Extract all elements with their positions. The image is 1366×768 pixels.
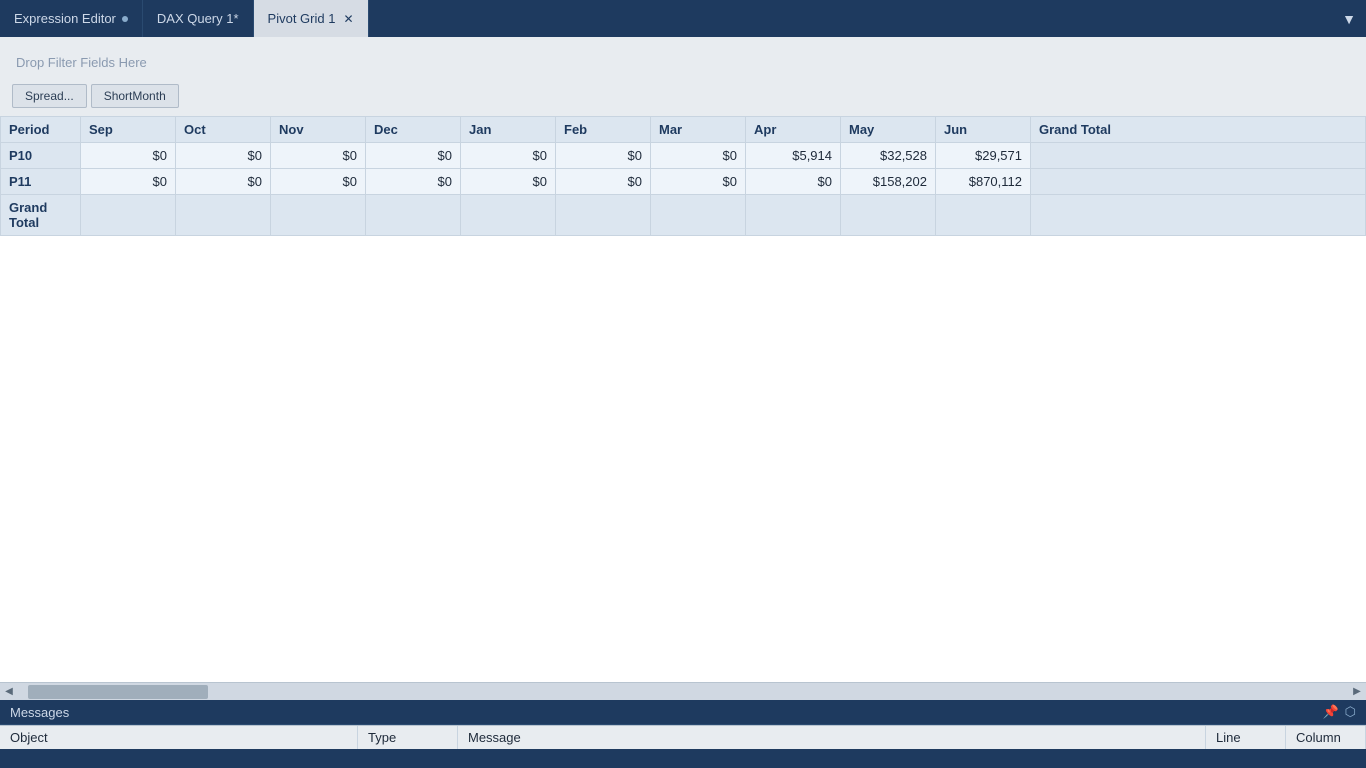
header-nov: Nov [271, 117, 366, 143]
cell-p10-jun: $29,571 [936, 143, 1031, 169]
messages-header: Messages 📌 ⬡ [0, 700, 1366, 725]
cell-p11-may: $158,202 [841, 169, 936, 195]
cell-gt-jun [936, 195, 1031, 236]
pivot-area: Period Sep Oct Nov Dec Jan Feb Mar Apr M… [0, 116, 1366, 682]
cell-gt-grand-total [1031, 195, 1366, 236]
messages-pin-icon[interactable]: 📌 [1322, 704, 1338, 720]
cell-p11-feb: $0 [556, 169, 651, 195]
cell-gt-jan [461, 195, 556, 236]
toolbar: Spread... ShortMonth [0, 80, 1366, 116]
cell-p11-dec: $0 [366, 169, 461, 195]
cell-gt-oct [176, 195, 271, 236]
row-period-p10: P10 [1, 143, 81, 169]
drop-filter-area: Drop Filter Fields Here [0, 37, 1366, 80]
short-month-button[interactable]: ShortMonth [91, 84, 179, 108]
messages-col-column: Column [1286, 726, 1366, 749]
scroll-right-button[interactable]: ▶ [1348, 683, 1366, 701]
cell-p11-mar: $0 [651, 169, 746, 195]
cell-gt-apr [746, 195, 841, 236]
header-mar: Mar [651, 117, 746, 143]
header-apr: Apr [746, 117, 841, 143]
table-row: P10 $0 $0 $0 $0 $0 $0 $0 $5,914 $32,528 … [1, 143, 1366, 169]
header-feb: Feb [556, 117, 651, 143]
scroll-track[interactable] [18, 683, 1348, 700]
cell-p11-sep: $0 [81, 169, 176, 195]
cell-p10-mar: $0 [651, 143, 746, 169]
messages-header-actions: 📌 ⬡ [1322, 704, 1356, 720]
cell-p10-feb: $0 [556, 143, 651, 169]
header-oct: Oct [176, 117, 271, 143]
tab-expression-editor[interactable]: Expression Editor [0, 0, 143, 37]
table-row: P11 $0 $0 $0 $0 $0 $0 $0 $0 $158,202 $87… [1, 169, 1366, 195]
scroll-left-button[interactable]: ◀ [0, 683, 18, 701]
horizontal-scrollbar[interactable]: ◀ ▶ [0, 682, 1366, 700]
cell-gt-sep [81, 195, 176, 236]
header-dec: Dec [366, 117, 461, 143]
cell-p11-jun: $870,112 [936, 169, 1031, 195]
main-content: Drop Filter Fields Here Spread... ShortM… [0, 37, 1366, 700]
cell-p11-oct: $0 [176, 169, 271, 195]
table-row-grand-total: Grand Total [1, 195, 1366, 236]
messages-title: Messages [10, 705, 69, 720]
cell-p11-apr: $0 [746, 169, 841, 195]
tab-dot [122, 16, 128, 22]
messages-col-object: Object [0, 726, 358, 749]
drop-filter-label: Drop Filter Fields Here [16, 55, 147, 70]
tab-dax-query-label: DAX Query 1* [157, 11, 239, 26]
table-header-row: Period Sep Oct Nov Dec Jan Feb Mar Apr M… [1, 117, 1366, 143]
header-grand-total: Grand Total [1031, 117, 1366, 143]
close-pivot-grid-icon[interactable]: ✕ [343, 12, 353, 26]
tab-spacer [369, 0, 1333, 37]
tab-overflow-chevron[interactable]: ▼ [1332, 0, 1366, 37]
cell-p11-grand-total [1031, 169, 1366, 195]
tab-bar: Expression Editor DAX Query 1* Pivot Gri… [0, 0, 1366, 37]
tab-pivot-grid[interactable]: Pivot Grid 1 ✕ [254, 0, 369, 37]
pivot-table: Period Sep Oct Nov Dec Jan Feb Mar Apr M… [0, 116, 1366, 236]
cell-p11-jan: $0 [461, 169, 556, 195]
cell-gt-feb [556, 195, 651, 236]
header-may: May [841, 117, 936, 143]
cell-p10-grand-total [1031, 143, 1366, 169]
cell-p11-nov: $0 [271, 169, 366, 195]
row-grand-total-label: Grand Total [1, 195, 81, 236]
messages-table-header: Object Type Message Line Column [0, 725, 1366, 749]
header-jun: Jun [936, 117, 1031, 143]
cell-gt-may [841, 195, 936, 236]
tab-pivot-grid-label: Pivot Grid 1 [268, 11, 336, 26]
messages-col-line: Line [1206, 726, 1286, 749]
cell-p10-may: $32,528 [841, 143, 936, 169]
cell-p10-jan: $0 [461, 143, 556, 169]
messages-col-type: Type [358, 726, 458, 749]
spread-button[interactable]: Spread... [12, 84, 87, 108]
tab-expression-editor-label: Expression Editor [14, 11, 116, 26]
cell-p10-oct: $0 [176, 143, 271, 169]
pivot-grid[interactable]: Period Sep Oct Nov Dec Jan Feb Mar Apr M… [0, 116, 1366, 682]
scroll-thumb[interactable] [28, 685, 208, 699]
header-jan: Jan [461, 117, 556, 143]
row-period-p11: P11 [1, 169, 81, 195]
messages-col-message: Message [458, 726, 1206, 749]
cell-p10-sep: $0 [81, 143, 176, 169]
messages-panel: Messages 📌 ⬡ Object Type Message Line Co… [0, 700, 1366, 768]
cell-p10-dec: $0 [366, 143, 461, 169]
cell-gt-dec [366, 195, 461, 236]
header-period: Period [1, 117, 81, 143]
tab-dax-query[interactable]: DAX Query 1* [143, 0, 254, 37]
cell-p10-apr: $5,914 [746, 143, 841, 169]
header-sep: Sep [81, 117, 176, 143]
cell-gt-nov [271, 195, 366, 236]
messages-expand-icon[interactable]: ⬡ [1345, 704, 1356, 720]
cell-gt-mar [651, 195, 746, 236]
cell-p10-nov: $0 [271, 143, 366, 169]
